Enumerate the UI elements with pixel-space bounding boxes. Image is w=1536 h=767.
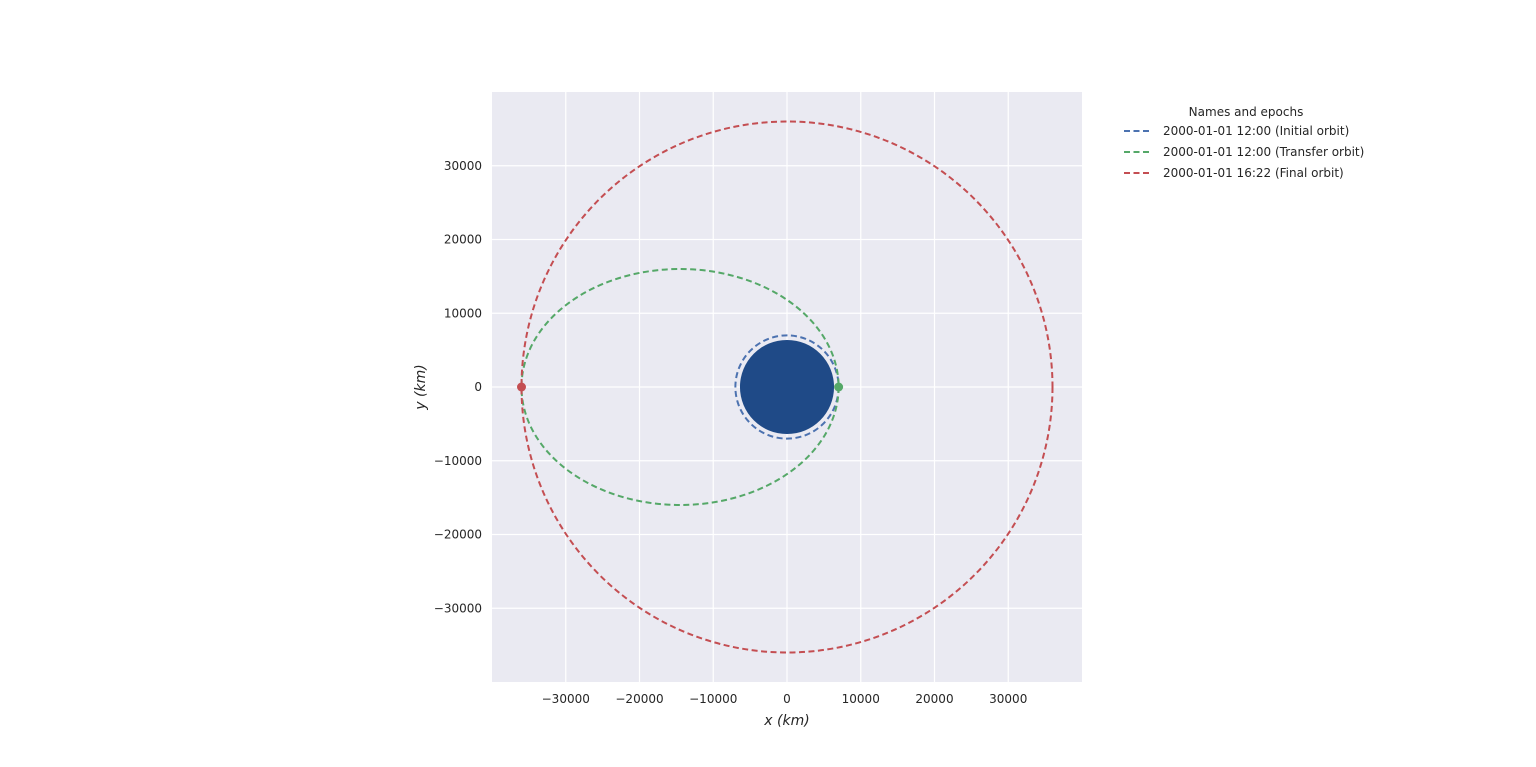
position-marker: [834, 382, 844, 392]
x-tick-label: 0: [783, 692, 791, 706]
legend: Names and epochs 2000-01-01 12:00 (Initi…: [1124, 105, 1364, 180]
y-tick-label: 0: [474, 380, 482, 394]
x-tick-label: 10000: [842, 692, 880, 706]
legend-title: Names and epochs: [1189, 105, 1304, 119]
attractor-body: [739, 339, 835, 435]
x-tick-label: −30000: [542, 692, 590, 706]
y-tick-label: −20000: [434, 528, 482, 542]
x-tick-label: 20000: [915, 692, 953, 706]
orbit-plot: −30000 −20000 −10000 0 10000 20000 30000 −30000…: [413, 92, 1364, 729]
legend-entry: 2000-01-01 12:00 (Initial orbit): [1163, 124, 1349, 138]
y-tick-label: 20000: [444, 233, 482, 247]
legend-entry: 2000-01-01 16:22 (Final orbit): [1163, 166, 1344, 180]
y-tick-label: 10000: [444, 306, 482, 320]
attractor: [739, 339, 835, 435]
legend-entry: 2000-01-01 12:00 (Transfer orbit): [1163, 145, 1364, 159]
y-tick-label: −10000: [434, 454, 482, 468]
x-tick-label: 30000: [989, 692, 1027, 706]
x-tick-label: −20000: [615, 692, 663, 706]
position-marker: [517, 382, 526, 392]
x-axis-label: x (km): [763, 713, 809, 729]
y-tick-label: −30000: [434, 601, 482, 615]
x-tick-label: −10000: [689, 692, 737, 706]
y-axis-label: y (km): [413, 364, 429, 410]
y-tick-label: 30000: [444, 159, 482, 173]
